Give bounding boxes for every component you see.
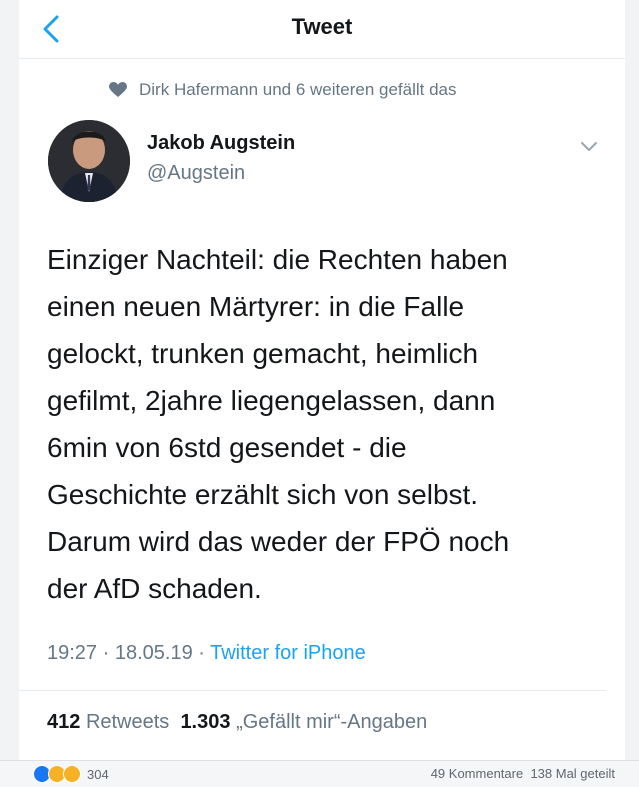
- tweet-line: Darum wird das weder der FPÖ noch: [47, 526, 510, 557]
- social-context[interactable]: Dirk Hafermann und 6 weiteren gefällt da…: [109, 80, 457, 100]
- meta-separator: ·: [97, 642, 115, 664]
- tweet-line: Geschichte erzählt sich von selbst.: [47, 479, 479, 510]
- avatar[interactable]: [48, 120, 130, 202]
- avatar-image: [48, 120, 130, 202]
- page-title: Tweet: [291, 14, 353, 39]
- facebook-reaction-bar: 304 49 Kommentare 138 Mal geteilt: [0, 760, 639, 787]
- heart-icon: [109, 82, 127, 97]
- tweet-line: 6min von 6std gesendet - die: [47, 432, 407, 463]
- tweet-line: der AfD schaden.: [47, 573, 262, 604]
- left-frame: [0, 0, 19, 786]
- tweet-source-link[interactable]: Twitter for iPhone: [210, 642, 366, 664]
- comments-link[interactable]: 49 Kommentare: [431, 766, 524, 781]
- right-frame: [625, 0, 639, 786]
- tweet-line: einen neuen Märtyrer: in die Falle: [47, 291, 465, 322]
- reactions-summary[interactable]: 304: [33, 765, 109, 783]
- fb-counts: 49 Kommentare 138 Mal geteilt: [431, 766, 615, 781]
- chevron-down-icon[interactable]: [579, 140, 599, 154]
- tweet-date: 18.05.19: [114, 642, 193, 664]
- tweet-meta: 19:27 · 18.05.19 · Twitter for iPhone: [47, 642, 366, 665]
- author-name[interactable]: Jakob Augstein: [147, 132, 295, 155]
- author-handle[interactable]: @Augstein: [147, 162, 245, 185]
- divider: [19, 690, 607, 691]
- tweet-time: 19:27: [47, 642, 98, 664]
- nav-bar: Tweet: [19, 0, 625, 59]
- retweets-count: 412: [47, 711, 81, 733]
- likes-count: 1.303: [180, 711, 231, 733]
- reaction-count: 304: [87, 766, 109, 782]
- meta-separator: ·: [192, 642, 211, 664]
- retweets-stat[interactable]: 412 Retweets: [47, 711, 169, 733]
- tweet-stats: 412 Retweets 1.303 „Gefällt mir“-Angaben: [47, 711, 427, 734]
- likes-stat[interactable]: 1.303 „Gefällt mir“-Angaben: [180, 711, 427, 733]
- tweet-line: gefilmt, 2jahre liegengelassen, dann: [47, 385, 496, 416]
- shares-link[interactable]: 138 Mal geteilt: [530, 766, 615, 781]
- likes-label: „Gefällt mir“-Angaben: [236, 711, 428, 733]
- social-context-text: Dirk Hafermann und 6 weiteren gefällt da…: [139, 80, 457, 99]
- retweets-label: Retweets: [85, 711, 170, 733]
- tweet-line: gelockt, trunken gemacht, heimlich: [47, 338, 479, 369]
- tweet-line: Einziger Nachteil: die Rechten haben: [47, 244, 508, 275]
- tweet-text: Einziger Nachteil: die Rechten haben ein…: [47, 236, 607, 612]
- wow-reaction-icon: [63, 765, 81, 783]
- tweet-card: Tweet Dirk Hafermann und 6 weiteren gefä…: [19, 0, 625, 760]
